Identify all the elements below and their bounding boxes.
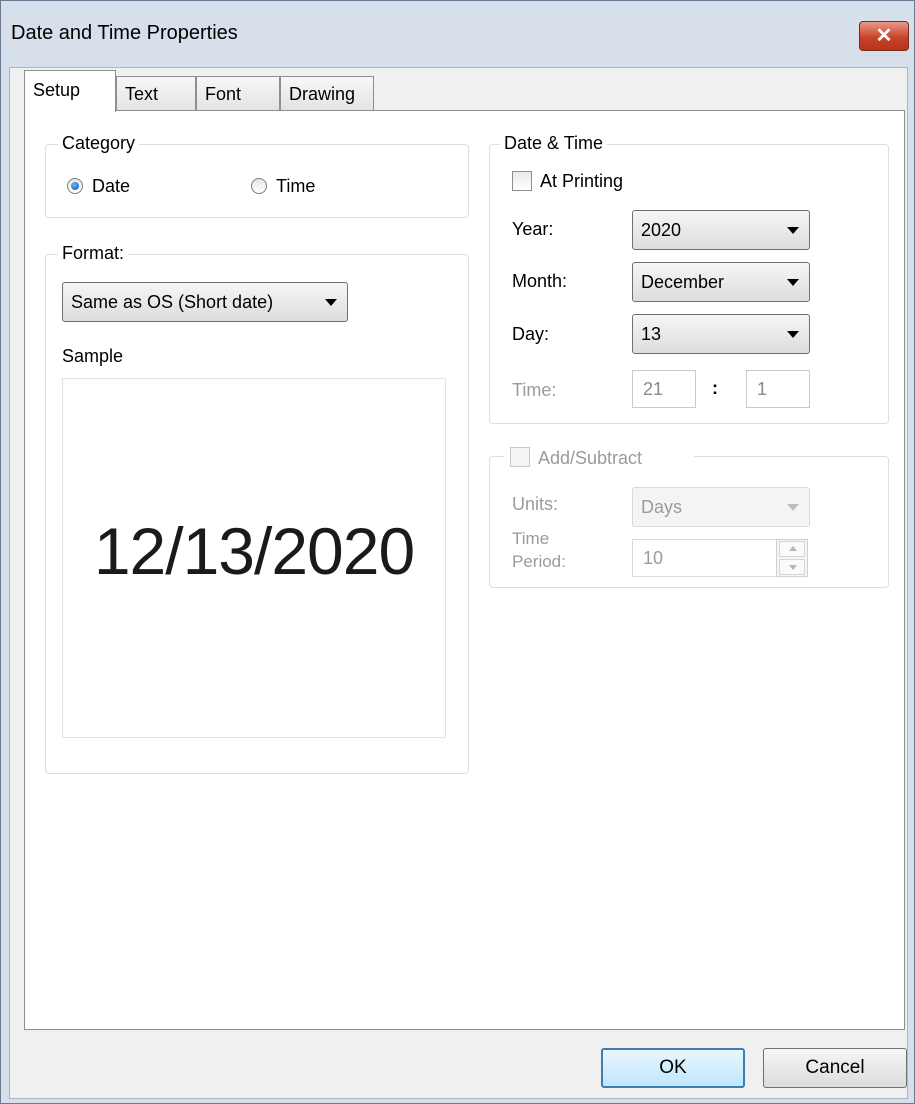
at-printing-checkbox[interactable]	[512, 171, 532, 191]
cancel-button[interactable]: Cancel	[763, 1048, 907, 1088]
time-period-label-line1: Time	[512, 529, 550, 548]
chevron-down-icon	[787, 504, 799, 511]
time-period-field[interactable]: 10	[632, 539, 778, 577]
format-legend: Format:	[58, 243, 129, 264]
year-select[interactable]: 2020	[632, 210, 810, 250]
day-label: Day:	[512, 324, 550, 344]
chevron-down-icon	[787, 279, 799, 286]
time-separator: :	[712, 378, 718, 398]
close-button[interactable]: ✕	[859, 21, 909, 51]
year-label: Year:	[512, 219, 554, 239]
category-legend: Category	[58, 133, 140, 154]
add-subtract-checkbox[interactable]	[510, 447, 530, 467]
time-hour-field[interactable]: 21	[632, 370, 696, 408]
sample-label: Sample	[62, 346, 124, 366]
month-select[interactable]: December	[632, 262, 810, 302]
units-select[interactable]: Days	[632, 487, 810, 527]
close-icon: ✕	[875, 25, 893, 47]
date-radio-label[interactable]: Date	[92, 176, 130, 197]
sample-value: 12/13/2020	[93, 514, 415, 588]
tab-drawing[interactable]: Drawing	[280, 76, 374, 110]
date-time-legend: Date & Time	[500, 133, 608, 154]
day-select[interactable]: 13	[632, 314, 810, 354]
title-bar[interactable]: Date and Time Properties ✕	[1, 1, 914, 67]
day-select-value: 13	[641, 324, 662, 344]
time-minute-field[interactable]: 1	[746, 370, 810, 408]
sample-preview: 12/13/2020	[62, 378, 446, 738]
spin-down-icon[interactable]	[779, 559, 805, 575]
chevron-down-icon	[325, 299, 337, 306]
units-label: Units:	[512, 494, 559, 514]
window-title: Date and Time Properties	[11, 22, 238, 44]
spin-up-icon[interactable]	[779, 541, 805, 557]
format-select[interactable]: Same as OS (Short date)	[62, 282, 348, 322]
month-label: Month:	[512, 271, 568, 291]
chevron-down-icon	[787, 227, 799, 234]
year-select-value: 2020	[641, 220, 682, 240]
tab-font[interactable]: Font	[196, 76, 280, 110]
time-period-spinner[interactable]	[776, 539, 808, 577]
time-radio[interactable]	[251, 178, 267, 194]
at-printing-label[interactable]: At Printing	[540, 171, 623, 192]
month-select-value: December	[641, 272, 725, 292]
format-select-value: Same as OS (Short date)	[71, 292, 274, 312]
time-radio-label[interactable]: Time	[276, 176, 315, 197]
tab-text[interactable]: Text	[116, 76, 196, 110]
add-subtract-label[interactable]: Add/Subtract	[538, 448, 642, 469]
time-period-label-line2: Period:	[512, 552, 566, 571]
units-select-value: Days	[641, 497, 683, 517]
time-label: Time:	[512, 380, 557, 400]
tab-setup[interactable]: Setup	[24, 70, 116, 112]
ok-button[interactable]: OK	[601, 1048, 745, 1088]
date-radio[interactable]	[67, 178, 83, 194]
chevron-down-icon	[787, 331, 799, 338]
